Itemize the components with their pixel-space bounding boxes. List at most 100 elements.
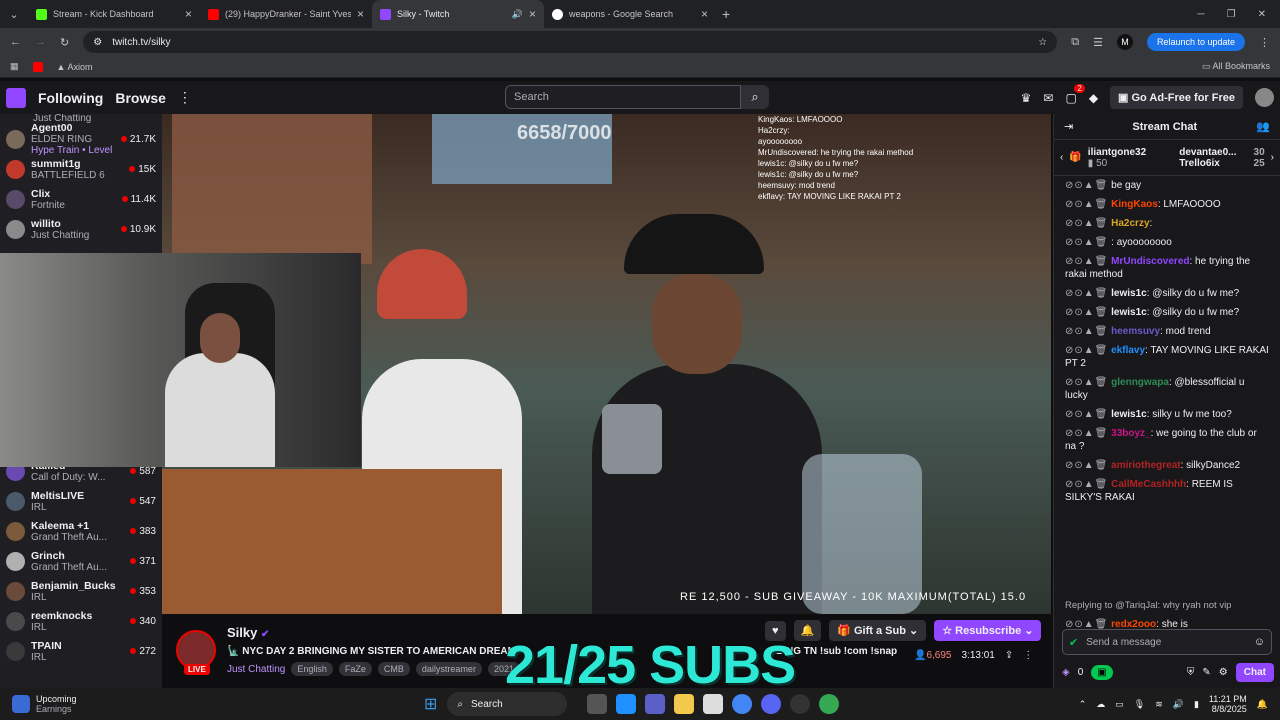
inbox-icon[interactable]: ✉ xyxy=(1043,91,1053,105)
prime-crown-icon[interactable]: ♛ xyxy=(1021,91,1032,105)
claim-points-button[interactable]: ▣ xyxy=(1091,664,1113,680)
chat-username[interactable]: Ha2crzy xyxy=(1111,218,1149,229)
mod-tools-icon[interactable]: ⊘⊙▲🗑 xyxy=(1065,345,1108,356)
speaker-icon[interactable]: 🔊 xyxy=(512,9,523,20)
restore-icon[interactable]: ❐ xyxy=(1227,9,1236,20)
reload-icon[interactable]: ↻ xyxy=(60,36,69,49)
sidebar-channel[interactable]: summit1g BATTLEFIELD 6 15K xyxy=(0,154,162,184)
mod-tools-icon[interactable]: ⊘⊙▲🗑 xyxy=(1065,326,1108,337)
twitch-logo-icon[interactable] xyxy=(6,87,26,108)
tag[interactable]: English xyxy=(291,662,333,676)
chrome-icon[interactable] xyxy=(732,694,753,714)
taskbar-search[interactable]: ⌕ Search xyxy=(447,692,568,716)
browser-tab-kick[interactable]: Stream - Kick Dashboard × xyxy=(28,0,200,28)
sidebar-channel[interactable]: Kaleema +1 Grand Theft Au... 383 xyxy=(0,516,162,546)
clock[interactable]: 11:21 PM 8/8/2025 xyxy=(1209,694,1247,714)
reading-list-icon[interactable]: ☰ xyxy=(1093,36,1103,49)
ad-free-button[interactable]: ▣ Go Ad-Free for Free xyxy=(1110,86,1243,109)
search-button[interactable]: ⌕ xyxy=(741,85,769,109)
users-icon[interactable]: 👥 xyxy=(1256,120,1270,133)
chrome-alt-icon[interactable] xyxy=(819,694,840,714)
sidebar-channel[interactable]: willito Just Chatting 10.9K xyxy=(0,214,162,244)
sidebar-channel[interactable]: Agent00 ELDEN RING Hype Train • Level 2 … xyxy=(0,122,162,156)
weather-widget[interactable]: Upcoming Earnings xyxy=(0,694,400,714)
chat-input[interactable]: ✔ Send a message ☺ xyxy=(1062,629,1272,655)
close-icon[interactable]: × xyxy=(185,7,192,21)
sidebar-channel[interactable]: reemknocks IRL 340 xyxy=(0,606,162,636)
chat-username[interactable]: lewis1c xyxy=(1111,288,1147,299)
mod-tools-icon[interactable]: ⊘⊙▲🗑 xyxy=(1065,460,1108,471)
forward-icon[interactable]: → xyxy=(35,36,46,48)
mod-tools-icon[interactable]: ⊘⊙▲🗑 xyxy=(1065,288,1108,299)
sidebar-channel[interactable]: MeltisLIVE IRL 547 xyxy=(0,486,162,516)
search-input[interactable]: Search xyxy=(505,85,741,109)
sidebar-channel[interactable]: Clix Fortnite 11.4K xyxy=(0,184,162,214)
url-bar[interactable]: ⚙ twitch.tv/silky ☆ xyxy=(83,31,1058,53)
relaunch-button[interactable]: Relaunch to update xyxy=(1146,33,1245,51)
site-info-icon[interactable]: ⚙ xyxy=(93,37,102,48)
chat-username[interactable]: glenngwapa xyxy=(1111,377,1169,388)
new-tab-icon[interactable]: + xyxy=(716,6,730,22)
mod-tools-icon[interactable]: ⊘⊙▲🗑 xyxy=(1065,307,1108,318)
menu-icon[interactable]: ⋮ xyxy=(1259,36,1270,49)
bookmark-star-icon[interactable]: ☆ xyxy=(1038,37,1047,48)
windows-start-icon[interactable]: ⊞ xyxy=(424,694,437,714)
window-close-icon[interactable]: ✕ xyxy=(1258,9,1266,20)
file-explorer-icon[interactable] xyxy=(674,694,695,714)
notify-bell-icon[interactable]: 🔔 xyxy=(793,620,822,641)
tray-chevron-icon[interactable]: ⌃ xyxy=(1079,699,1087,710)
copilot-icon[interactable] xyxy=(616,694,637,714)
close-icon[interactable]: × xyxy=(357,7,364,21)
youtube-bookmark-icon[interactable] xyxy=(32,61,43,72)
mic-icon[interactable]: 🎙 xyxy=(1134,699,1145,710)
apps-icon[interactable]: ▦ xyxy=(10,61,19,72)
nav-browse[interactable]: Browse xyxy=(115,90,166,106)
mod-tools-icon[interactable]: ⊘⊙▲🗑 xyxy=(1065,409,1108,420)
mod-tools-icon[interactable]: ⊘⊙▲🗑 xyxy=(1065,256,1108,267)
badge-icon[interactable]: ✔ xyxy=(1069,636,1078,649)
chat-username[interactable]: heemsuvy xyxy=(1111,326,1160,337)
nav-following[interactable]: Following xyxy=(38,90,103,106)
pen-icon[interactable]: ✎ xyxy=(1202,667,1210,678)
close-icon[interactable]: × xyxy=(701,7,708,21)
chat-username[interactable]: CallMeCashhhh xyxy=(1111,479,1186,490)
tag[interactable]: CMB xyxy=(377,662,410,676)
streamer-name[interactable]: Silky ✔ xyxy=(227,625,269,640)
close-icon[interactable]: × xyxy=(529,7,536,21)
chat-username[interactable]: MrUndiscovered xyxy=(1111,256,1189,267)
more-icon[interactable]: ⋮ xyxy=(178,89,192,106)
store-icon[interactable] xyxy=(703,694,724,714)
discord-icon[interactable] xyxy=(761,694,782,714)
browser-tab-google[interactable]: weapons - Google Search × xyxy=(544,0,716,28)
task-view-icon[interactable] xyxy=(587,694,608,714)
back-icon[interactable]: ← xyxy=(10,36,21,48)
browser-tab-youtube[interactable]: (29) HappyDranker - Saint Yves × xyxy=(200,0,372,28)
chat-username[interactable]: KingKaos xyxy=(1111,199,1158,210)
chat-username[interactable]: ekflavy xyxy=(1111,345,1145,356)
tag[interactable]: FaZe xyxy=(338,662,372,676)
collapse-chat-icon[interactable]: ⇥ xyxy=(1064,120,1073,133)
cloud-icon[interactable]: ☁ xyxy=(1096,699,1105,710)
mod-tools-icon[interactable]: ⊘⊙▲🗑 xyxy=(1065,199,1108,210)
profile-avatar[interactable]: M xyxy=(1116,34,1133,50)
user-avatar[interactable] xyxy=(1255,88,1274,107)
chat-username[interactable]: amiriothegreat xyxy=(1111,460,1180,471)
sidebar-channel[interactable]: Benjamin_Bucks IRL 353 xyxy=(0,576,162,606)
mod-tools-icon[interactable]: ⊘⊙▲🗑 xyxy=(1065,180,1108,191)
sidebar-channel[interactable]: Grinch Grand Theft Au... 371 xyxy=(0,546,162,576)
obs-icon[interactable] xyxy=(790,694,811,714)
chevron-right-icon[interactable]: › xyxy=(1271,152,1274,163)
notifications-icon[interactable]: ▢ 2 xyxy=(1065,83,1085,105)
mod-tools-icon[interactable]: ⊘⊙▲🗑 xyxy=(1065,479,1108,490)
browser-tab-twitch[interactable]: Silky - Twitch 🔊 × xyxy=(372,0,544,28)
network-icon[interactable]: ▭ xyxy=(1115,699,1124,710)
tab-search-icon[interactable]: ⌄ xyxy=(0,8,28,21)
mod-tools-icon[interactable]: ⊘⊙▲🗑 xyxy=(1065,237,1108,248)
sidebar-channel[interactable]: TPAIN IRL 272 xyxy=(0,636,162,666)
gift-sub-button[interactable]: 🎁 Gift a Sub ⌄ xyxy=(829,620,927,641)
category-link[interactable]: Just Chatting xyxy=(227,664,285,675)
volume-icon[interactable]: 🔊 xyxy=(1173,699,1184,710)
teams-icon[interactable] xyxy=(645,694,666,714)
chat-username[interactable]: lewis1c xyxy=(1111,409,1147,420)
mod-tools-icon[interactable]: ⊘⊙▲🗑 xyxy=(1065,377,1108,388)
